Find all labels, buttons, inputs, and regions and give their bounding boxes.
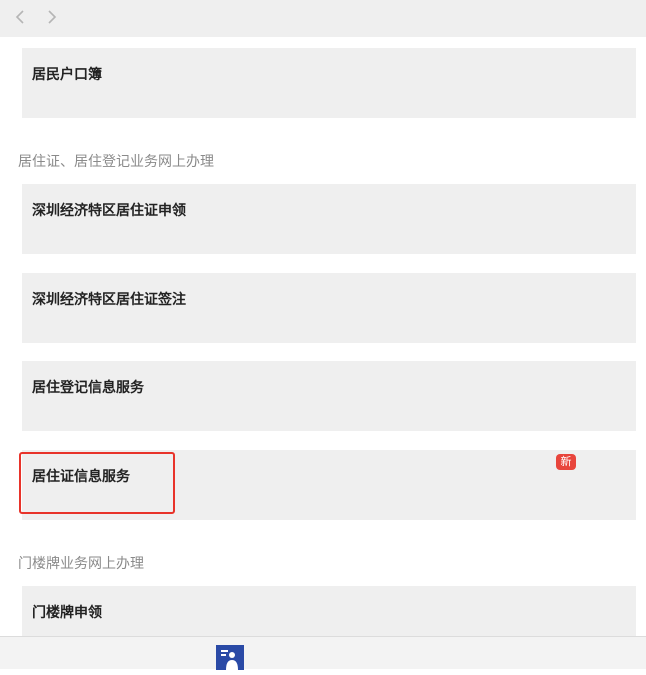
service-list: 居民户口簿 居住证、居住登记业务网上办理 深圳经济特区居住证申领 深圳经济特区居… [0,37,646,636]
card-residence-permit-apply[interactable]: 深圳经济特区居住证申领 [22,184,636,254]
back-button[interactable] [10,7,30,27]
bottom-bar [0,636,646,670]
card-residence-registration-info[interactable]: 居住登记信息服务 [22,361,636,431]
card-title: 深圳经济特区居住证签注 [32,291,186,307]
chevron-right-icon [48,10,57,24]
card-title: 居住证信息服务 [32,468,130,484]
top-navigation-bar [0,0,646,37]
forward-button[interactable] [42,7,62,27]
person-card-icon[interactable] [216,645,244,670]
section-title-doorplate: 门楼牌业务网上办理 [18,555,144,571]
section-title-residence: 居住证、居住登记业务网上办理 [18,153,214,169]
card-title: 居民户口簿 [32,66,102,82]
chevron-left-icon [15,10,24,24]
card-household-register[interactable]: 居民户口簿 [22,48,636,118]
card-title: 门楼牌申领 [32,604,102,620]
card-title: 深圳经济特区居住证申领 [32,202,186,218]
new-badge: 新 [556,454,576,470]
card-doorplate-apply[interactable]: 门楼牌申领 [22,586,636,636]
card-residence-permit-info[interactable]: 居住证信息服务 新 [22,450,636,520]
card-title: 居住登记信息服务 [32,379,144,395]
card-residence-permit-endorse[interactable]: 深圳经济特区居住证签注 [22,273,636,343]
